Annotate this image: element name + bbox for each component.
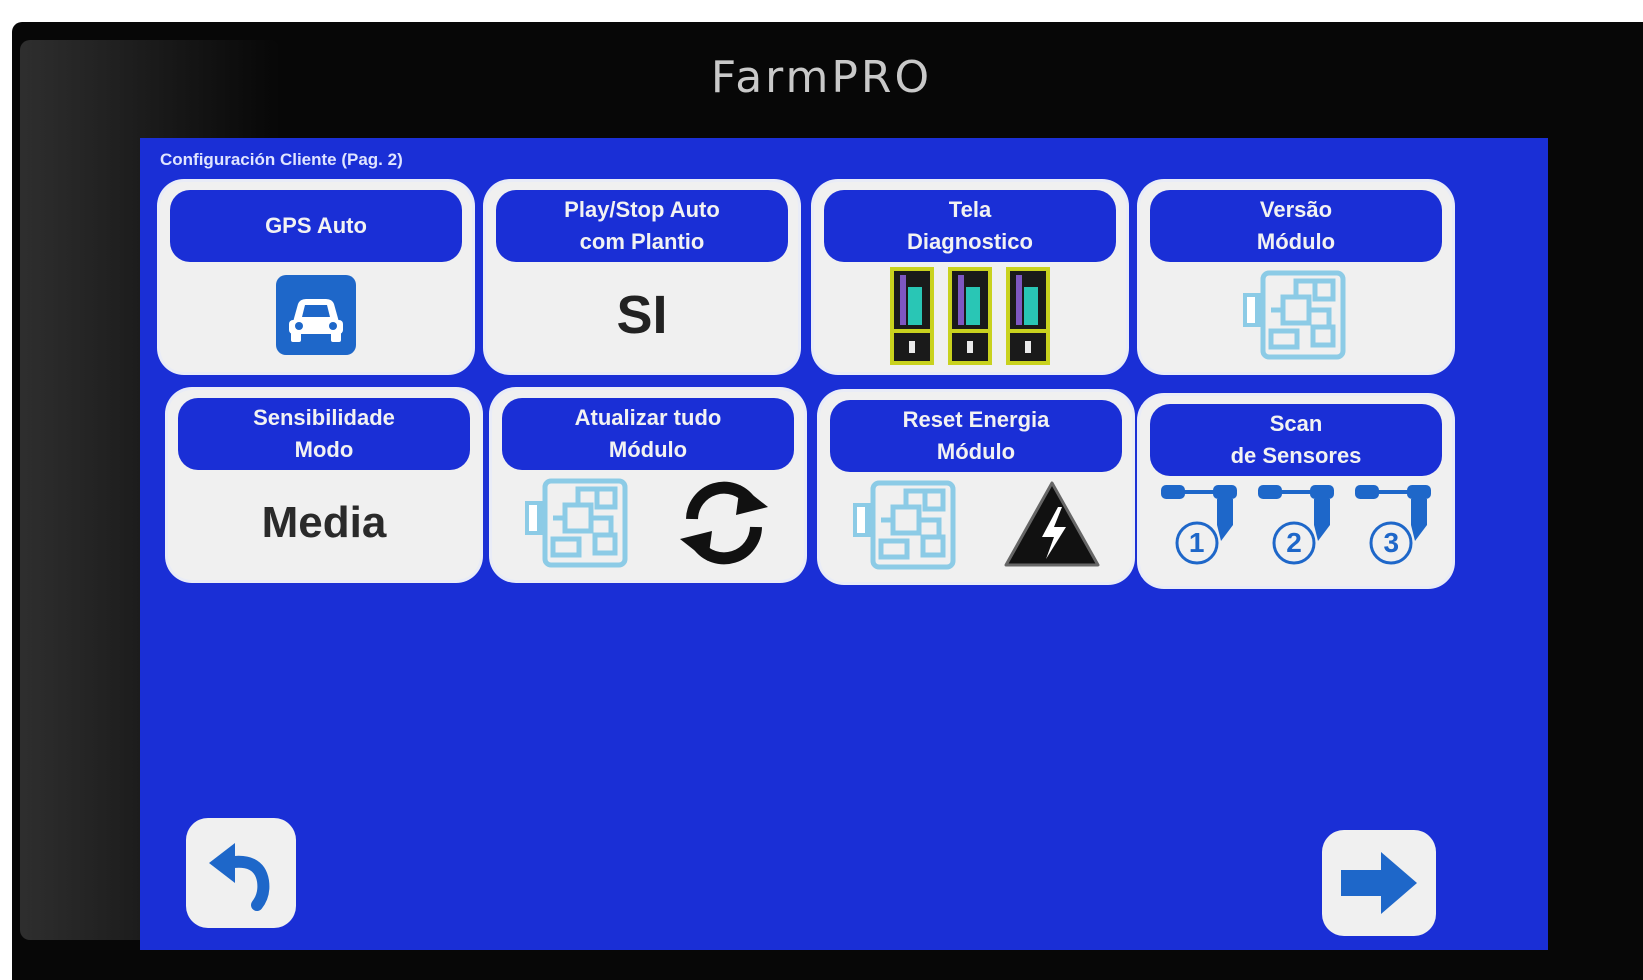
refresh-icon xyxy=(679,481,768,565)
car-icon xyxy=(276,275,356,355)
sensor-scan-tile[interactable]: Scan de Sensores 1 2 3 xyxy=(1140,396,1452,586)
sensitivity-mode-tile[interactable]: Sensibilidade Modo Media xyxy=(168,390,480,580)
sensor-2: 2 xyxy=(1254,481,1338,577)
tile-label: Atualizar tudo Módulo xyxy=(502,398,794,470)
gps-auto-tile[interactable]: GPS Auto xyxy=(160,182,472,372)
sensitivity-value: Media xyxy=(261,498,387,547)
tile-label: Sensibilidade Modo xyxy=(178,398,470,470)
circuit-board-icon xyxy=(524,478,627,568)
next-button[interactable] xyxy=(1322,830,1436,936)
tile-label: GPS Auto xyxy=(170,190,462,262)
tile-label: Scan de Sensores xyxy=(1150,404,1442,476)
back-button[interactable] xyxy=(186,818,296,928)
circuit-board-icon xyxy=(1243,270,1346,360)
page-title: Configuración Cliente (Pag. 2) xyxy=(160,150,403,169)
sensor-number: 3 xyxy=(1383,527,1400,558)
play-stop-auto-tile[interactable]: Play/Stop Auto com Plantio SI xyxy=(486,182,798,372)
circuit-board-icon xyxy=(852,480,955,570)
tile-label: Versão Módulo xyxy=(1150,190,1442,262)
module-version-tile[interactable]: Versão Módulo xyxy=(1140,182,1452,372)
high-voltage-icon xyxy=(1004,481,1099,567)
sensor-3: 3 xyxy=(1351,481,1435,577)
next-arrow-icon xyxy=(1341,852,1417,914)
tile-label: Tela Diagnostico xyxy=(824,190,1116,262)
main-screen: Configuración Cliente (Pag. 2) GPS Auto … xyxy=(140,138,1548,950)
back-arrow-icon xyxy=(209,843,270,911)
diagnostic-screen-tile[interactable]: Tela Diagnostico xyxy=(814,182,1126,372)
tile-label: Reset Energia Módulo xyxy=(830,400,1122,472)
play-stop-value: SI xyxy=(616,285,668,345)
sensor-1: 1 xyxy=(1157,481,1241,577)
reset-power-module-tile[interactable]: Reset Energia Módulo xyxy=(820,392,1132,582)
sensor-number: 2 xyxy=(1286,527,1302,558)
diagnostic-bars-icon xyxy=(890,267,1050,365)
sensor-number: 1 xyxy=(1188,527,1205,558)
brand-logo: FarmPRO xyxy=(710,52,933,103)
update-all-module-tile[interactable]: Atualizar tudo Módulo xyxy=(492,390,804,580)
tile-label: Play/Stop Auto com Plantio xyxy=(496,190,788,262)
